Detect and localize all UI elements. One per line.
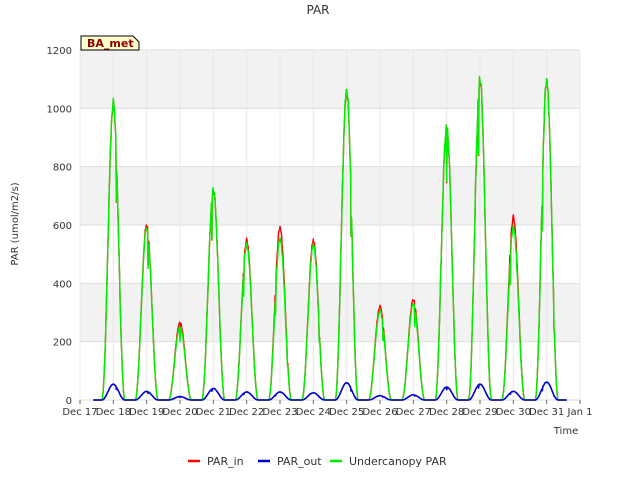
y-axis: 0 200 400 600 800 1000 1200 xyxy=(47,46,72,407)
background-band xyxy=(80,283,580,342)
x-tick-label: Dec 29 xyxy=(462,407,497,418)
x-tick-label: Dec 21 xyxy=(196,407,231,418)
y-tick-label: 600 xyxy=(53,221,72,232)
x-tick-label: Dec 23 xyxy=(262,407,297,418)
y-tick-label: 0 xyxy=(66,396,72,407)
x-axis: Dec 17Dec 18Dec 19Dec 20Dec 21Dec 22Dec … xyxy=(62,400,592,418)
background-band xyxy=(80,108,580,167)
legend-label: Undercanopy PAR xyxy=(349,455,447,468)
chart-title: PAR xyxy=(306,3,329,17)
x-tick-label: Dec 24 xyxy=(296,407,331,418)
legend-label: PAR_in xyxy=(207,455,244,468)
x-tick-label: Jan 1 xyxy=(567,407,593,418)
legend: PAR_in PAR_out Undercanopy PAR xyxy=(188,455,447,468)
x-tick-label: Dec 31 xyxy=(529,407,564,418)
badge: BA_met xyxy=(80,35,140,51)
background-band xyxy=(80,50,580,109)
x-tick-label: Dec 30 xyxy=(496,407,531,418)
x-tick-label: Dec 20 xyxy=(162,407,197,418)
background-band xyxy=(80,225,580,284)
x-tick-label: Dec 27 xyxy=(396,407,431,418)
x-tick-label: Dec 22 xyxy=(229,407,264,418)
y-tick-label: 1000 xyxy=(47,104,72,115)
x-tick-label: Dec 28 xyxy=(429,407,464,418)
x-axis-title: Time xyxy=(553,426,578,437)
y-tick-label: 200 xyxy=(53,338,72,349)
y-tick-label: 1200 xyxy=(47,46,72,57)
y-tick-label: 800 xyxy=(53,163,72,174)
y-tick-label: 400 xyxy=(53,279,72,290)
badge-label: BA_met xyxy=(87,37,134,50)
x-tick-label: Dec 18 xyxy=(96,407,131,418)
x-tick-label: Dec 19 xyxy=(129,407,164,418)
x-tick-label: Dec 17 xyxy=(62,407,97,418)
x-tick-label: Dec 26 xyxy=(362,407,397,418)
par-chart: PAR 020040060080010001200 Dec 17Dec 18De… xyxy=(10,3,592,468)
legend-label: PAR_out xyxy=(277,455,322,468)
y-axis-title: PAR (umol/m2/s) xyxy=(10,182,21,265)
x-tick-label: Dec 25 xyxy=(329,407,364,418)
background-band xyxy=(80,166,580,225)
